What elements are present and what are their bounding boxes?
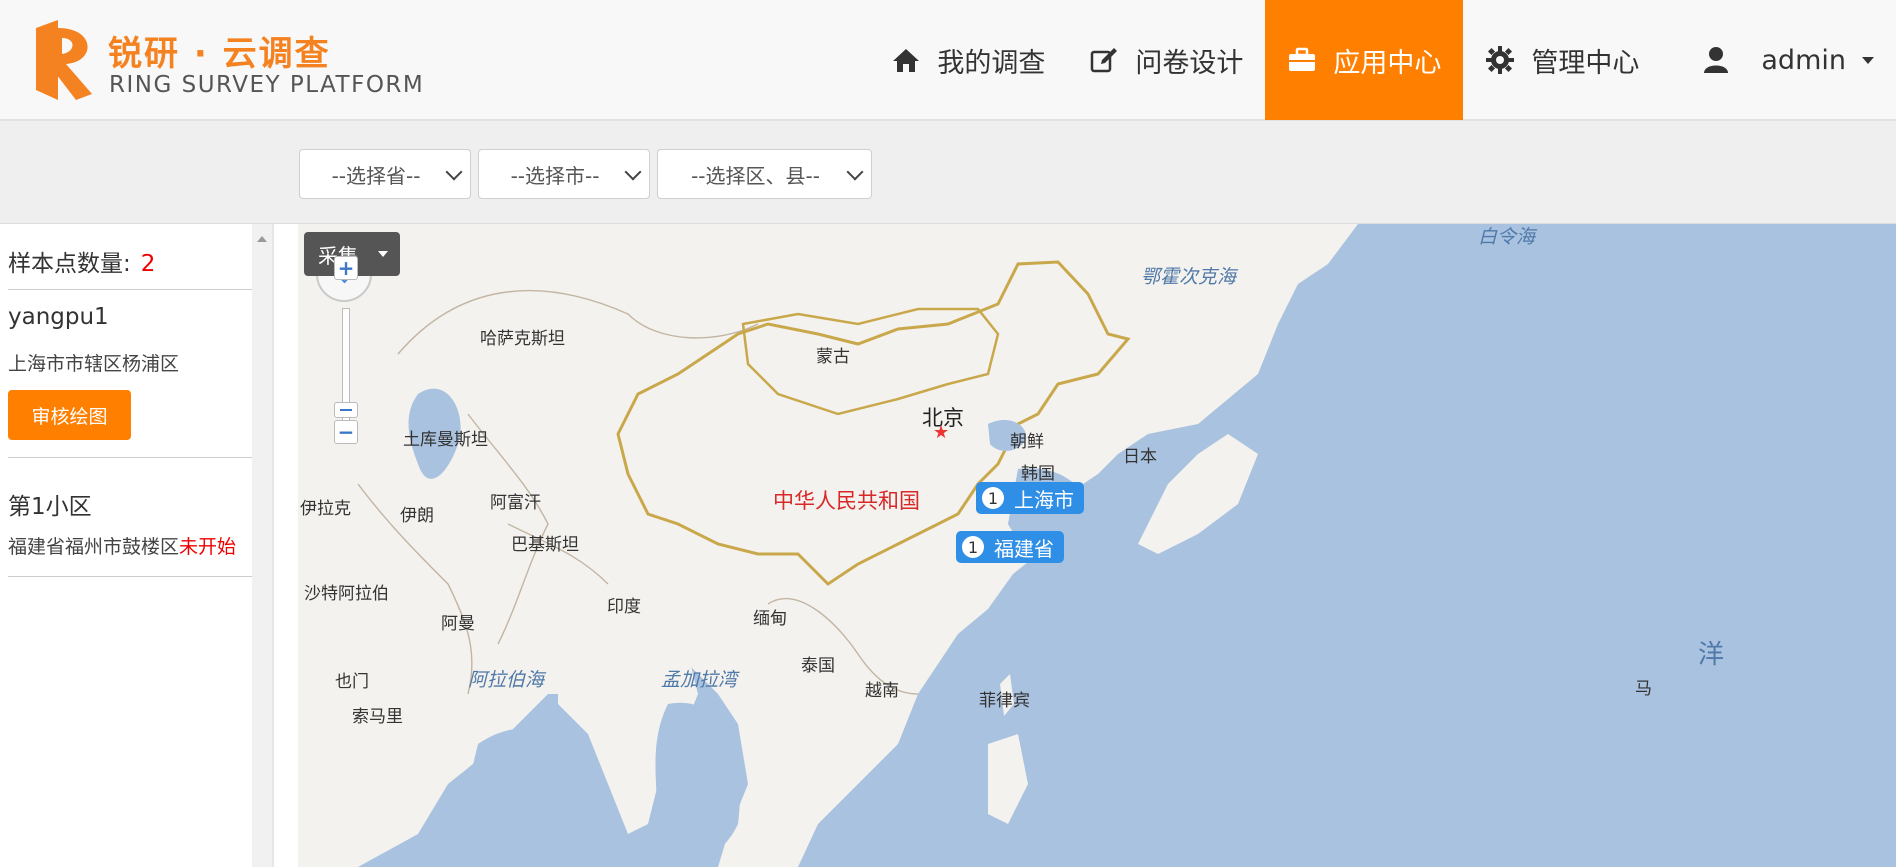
district-select-value: --选择区、县-- [691,163,820,188]
chevron-down-icon [846,163,864,181]
map-label: 缅甸 [753,609,787,629]
province-select-value: --选择省-- [331,163,421,188]
top-header: 锐研 · 云调查 RING SURVEY PLATFORM 我的调查 问卷设计 … [0,0,1896,121]
map-label: 阿曼 [441,614,475,634]
map-label: 孟加拉湾 [661,669,738,691]
divider [8,457,266,458]
city-select[interactable]: --选择市-- [478,149,650,199]
map-view[interactable]: 白令海 鄂霍次克海 哈萨克斯坦 蒙古 北京 ★ 朝鲜 韩国 日本 土库曼斯坦 中… [298,224,1896,867]
map-label: 巴基斯坦 [511,535,579,555]
map-label: 马 [1635,679,1652,699]
handle-grip [340,409,352,411]
caret-down-icon [378,251,388,257]
gear-icon [1486,46,1515,74]
marker-count: 1 [982,487,1004,509]
province-select[interactable]: --选择省-- [299,149,471,199]
logo-english-text: RING SURVEY PLATFORM [109,72,425,98]
district-select[interactable]: --选择区、县-- [657,149,872,199]
marker-count: 1 [962,536,984,558]
sample-point-name[interactable]: yangpu1 [8,304,109,330]
map-label: 洋 [1698,640,1725,670]
map-label: 伊朗 [400,506,434,526]
sample-point-address: 上海市市辖区杨浦区 [8,349,179,376]
marker-label: 福建省 [994,536,1054,561]
map-label: 阿富汗 [490,493,541,513]
nav-label: admin [1761,44,1846,76]
chevron-down-icon [1862,56,1874,64]
nav-user-menu[interactable]: admin [1661,0,1896,120]
map-label: 索马里 [352,707,403,727]
address-text: 福建省福州市鼓楼区 [8,536,180,558]
map-label: 阿拉伯海 [468,669,545,691]
map-label: 鄂霍次克海 [1141,266,1237,288]
map-label: 土库曼斯坦 [403,430,488,450]
nav-questionnaire-design[interactable]: 问卷设计 [1067,0,1265,120]
user-icon [1704,47,1729,73]
zoom-out-button[interactable]: − [334,420,358,444]
nav-admin-center[interactable]: 管理中心 [1463,0,1661,120]
sample-point-address: 福建省福州市鼓楼区未开始 [8,532,236,559]
map-label: 伊拉克 [300,499,351,519]
status-badge: 未开始 [179,536,237,558]
main-nav: 我的调查 问卷设计 应用中心 管理中心 admin [869,0,1896,120]
map-label: 泰国 [801,656,835,676]
capital-star-icon: ★ [933,422,950,443]
map-label: 越南 [865,681,899,701]
sample-count-label: 样本点数量: [8,251,131,277]
city-select-value: --选择市-- [510,163,600,188]
bay-of-bengal [655,702,740,858]
map-label: 白令海 [1478,226,1536,248]
nav-label: 管理中心 [1531,47,1640,79]
zoom-slider-handle[interactable] [334,402,358,418]
divider [8,289,266,290]
chevron-down-icon [445,163,463,181]
map-label: 日本 [1123,447,1157,467]
chevron-down-icon [624,163,642,181]
logo-chinese-text: 锐研 · 云调查 [108,34,331,74]
logo-r-icon [36,20,92,100]
edit-icon [1091,48,1118,73]
marker-label: 上海市 [1014,487,1074,512]
sample-count-value: 2 [140,251,156,277]
map-label: 中华人民共和国 [773,489,920,513]
sample-count: 样本点数量: 2 [8,244,155,278]
map-label: 沙特阿拉伯 [304,584,389,604]
map-label: 菲律宾 [979,691,1030,711]
briefcase-icon [1289,47,1316,71]
divider [8,576,266,577]
map-marker-fujian[interactable]: 1 福建省 [956,531,1064,563]
map-label: 韩国 [1021,464,1055,484]
landmass-eurasia [298,224,1358,867]
map-label: 哈萨克斯坦 [480,329,565,349]
map-label: 蒙古 [816,347,850,367]
nav-my-surveys[interactable]: 我的调查 [869,0,1067,120]
nav-label: 应用中心 [1333,47,1442,79]
map-label: 朝鲜 [1010,432,1044,452]
landmass-philippines [988,734,1028,824]
scroll-up-icon [257,236,267,242]
nav-label: 问卷设计 [1135,47,1244,79]
nav-label: 我的调查 [937,47,1046,79]
sidebar-scrollbar[interactable] [252,224,272,867]
address-text: 上海市市辖区杨浦区 [8,353,180,375]
map-marker-shanghai[interactable]: 1 上海市 [976,482,1084,514]
region-filter-bar: --选择省-- --选择市-- --选择区、县-- [0,121,1896,224]
review-drawing-button[interactable]: 审核绘图 [8,390,131,440]
zoom-in-button[interactable]: + [334,256,358,280]
nav-app-center[interactable]: 应用中心 [1265,0,1464,120]
map-label: 印度 [607,597,641,617]
map-label: 也门 [335,672,369,692]
sample-point-sidebar: 样本点数量: 2 yangpu1 上海市市辖区杨浦区 审核绘图 第1小区 福建省福… [0,224,274,867]
home-icon [893,49,920,72]
brand-logo[interactable]: 锐研 · 云调查 RING SURVEY PLATFORM [36,20,436,100]
sample-point-name[interactable]: 第1小区 [8,487,92,521]
